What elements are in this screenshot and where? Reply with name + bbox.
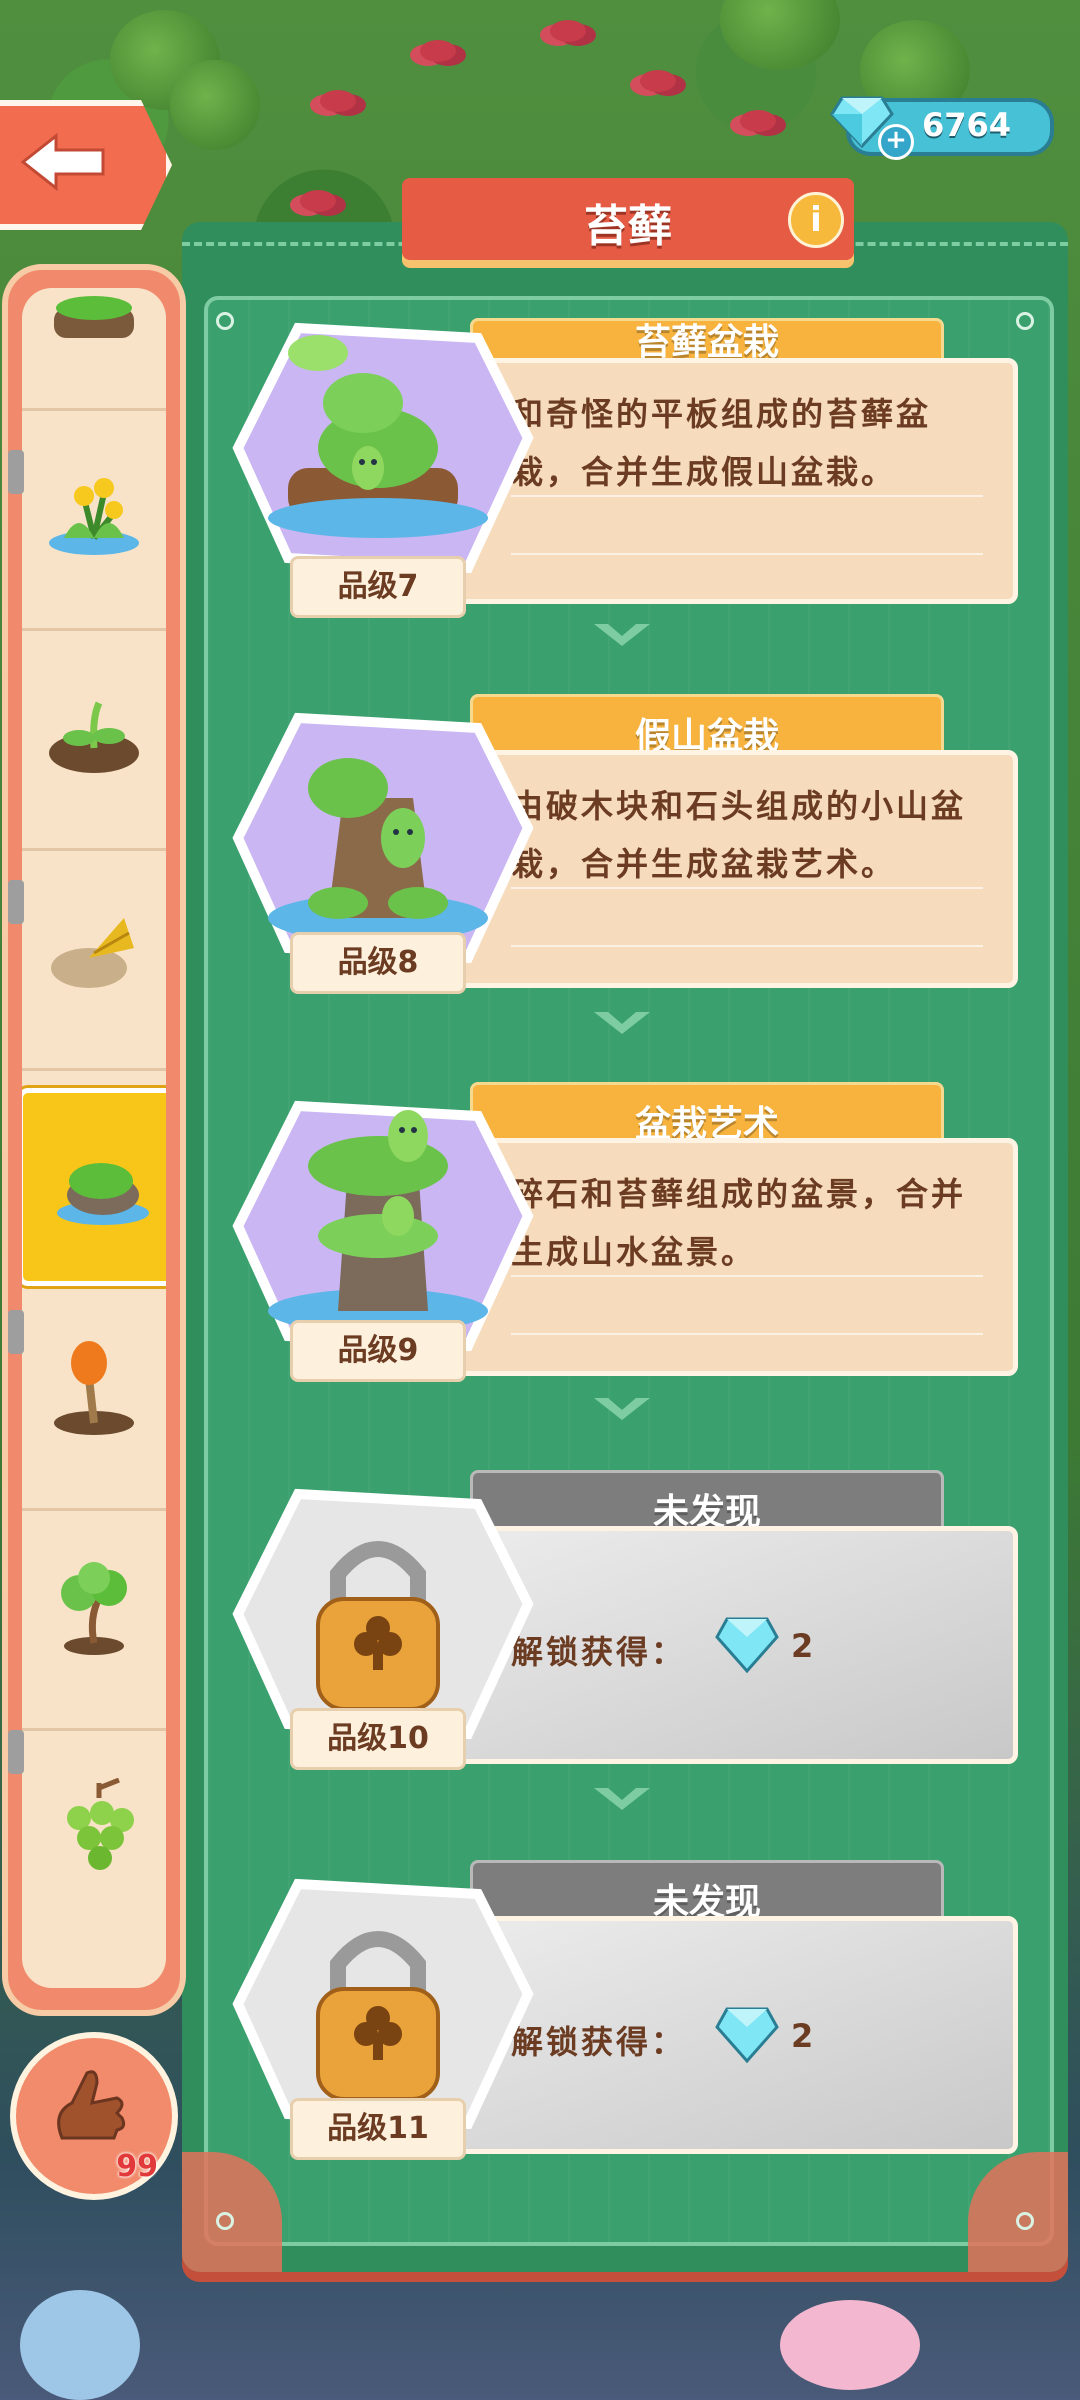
category-item-yellow-flower[interactable] xyxy=(22,408,166,631)
locked-item-card[interactable]: 未发现 解锁获得： 2 品级11 xyxy=(228,1860,1020,2160)
gem-counter[interactable]: + 6764 xyxy=(830,96,1054,160)
category-item-moss-log[interactable] xyxy=(22,288,166,411)
item-description: 由破木块和石头组成的小山盆栽，合并生成盆栽艺术。 xyxy=(511,787,967,883)
item-card[interactable]: 盆栽艺术 碎石和苔藓组成的盆景，合并生成山水盆景。 品级9 xyxy=(228,1082,1020,1382)
item-card[interactable]: 假山盆栽 由破木块和石头组成的小山盆栽，合并生成盆栽艺术。 品级8 xyxy=(228,694,1020,994)
category-item-leaf-rock[interactable] xyxy=(22,848,166,1071)
carrot-root-icon xyxy=(54,1341,134,1435)
info-icon[interactable]: i xyxy=(788,192,844,248)
moss-rock-icon xyxy=(57,1163,149,1225)
category-item-grapes[interactable] xyxy=(22,1728,166,1948)
chevron-down-icon xyxy=(594,1788,650,1810)
item-grade: 品级9 xyxy=(290,1320,466,1382)
chevron-down-icon xyxy=(594,1012,650,1034)
category-rail xyxy=(2,264,186,2016)
category-item-moss-rock[interactable] xyxy=(22,1088,166,1286)
item-grade: 品级10 xyxy=(290,1708,466,1770)
unlock-gem-count: 2 xyxy=(791,1627,814,1665)
hand-button[interactable]: 99 xyxy=(10,2032,178,2200)
category-item-sprout[interactable] xyxy=(22,628,166,851)
moss-log-icon xyxy=(54,296,134,338)
locked-item-card[interactable]: 未发现 解锁获得： 2 品级10 xyxy=(228,1470,1020,1770)
grapes-icon xyxy=(67,1778,134,1870)
unlock-gem-count: 2 xyxy=(791,2017,814,2055)
add-gems-button[interactable]: + xyxy=(878,124,914,160)
yellow-flower-icon xyxy=(49,478,139,555)
item-card[interactable]: 苔藓盆栽 和奇怪的平板组成的苔藓盆栽，合并生成假山盆栽。 品级7 xyxy=(228,318,1020,618)
sprout-icon xyxy=(49,701,139,773)
arrow-left-icon xyxy=(20,132,105,192)
page-title: 苔藓 xyxy=(584,201,672,252)
item-description: 碎石和苔藓组成的盆景，合并生成山水盆景。 xyxy=(511,1175,967,1271)
gem-count: 6764 xyxy=(922,106,1012,144)
item-grade: 品级11 xyxy=(290,2098,466,2160)
title-banner: 苔藓 i xyxy=(402,178,854,260)
bonsai-tree-icon xyxy=(61,1562,127,1655)
gem-icon xyxy=(715,1617,779,1674)
back-button[interactable] xyxy=(0,100,172,230)
hand-count: 99 xyxy=(116,2149,158,2184)
category-item-carrot-root[interactable] xyxy=(22,1288,166,1511)
leaf-rock-icon xyxy=(51,918,134,988)
hand-icon xyxy=(57,2070,126,2140)
category-list[interactable] xyxy=(22,288,166,1988)
gem-icon xyxy=(715,2007,779,2064)
item-grade: 品级7 xyxy=(290,556,466,618)
category-item-bonsai-tree[interactable] xyxy=(22,1508,166,1731)
item-description: 和奇怪的平板组成的苔藓盆栽，合并生成假山盆栽。 xyxy=(511,395,932,491)
item-grade: 品级8 xyxy=(290,932,466,994)
chevron-down-icon xyxy=(594,624,650,646)
chevron-down-icon xyxy=(594,1398,650,1420)
